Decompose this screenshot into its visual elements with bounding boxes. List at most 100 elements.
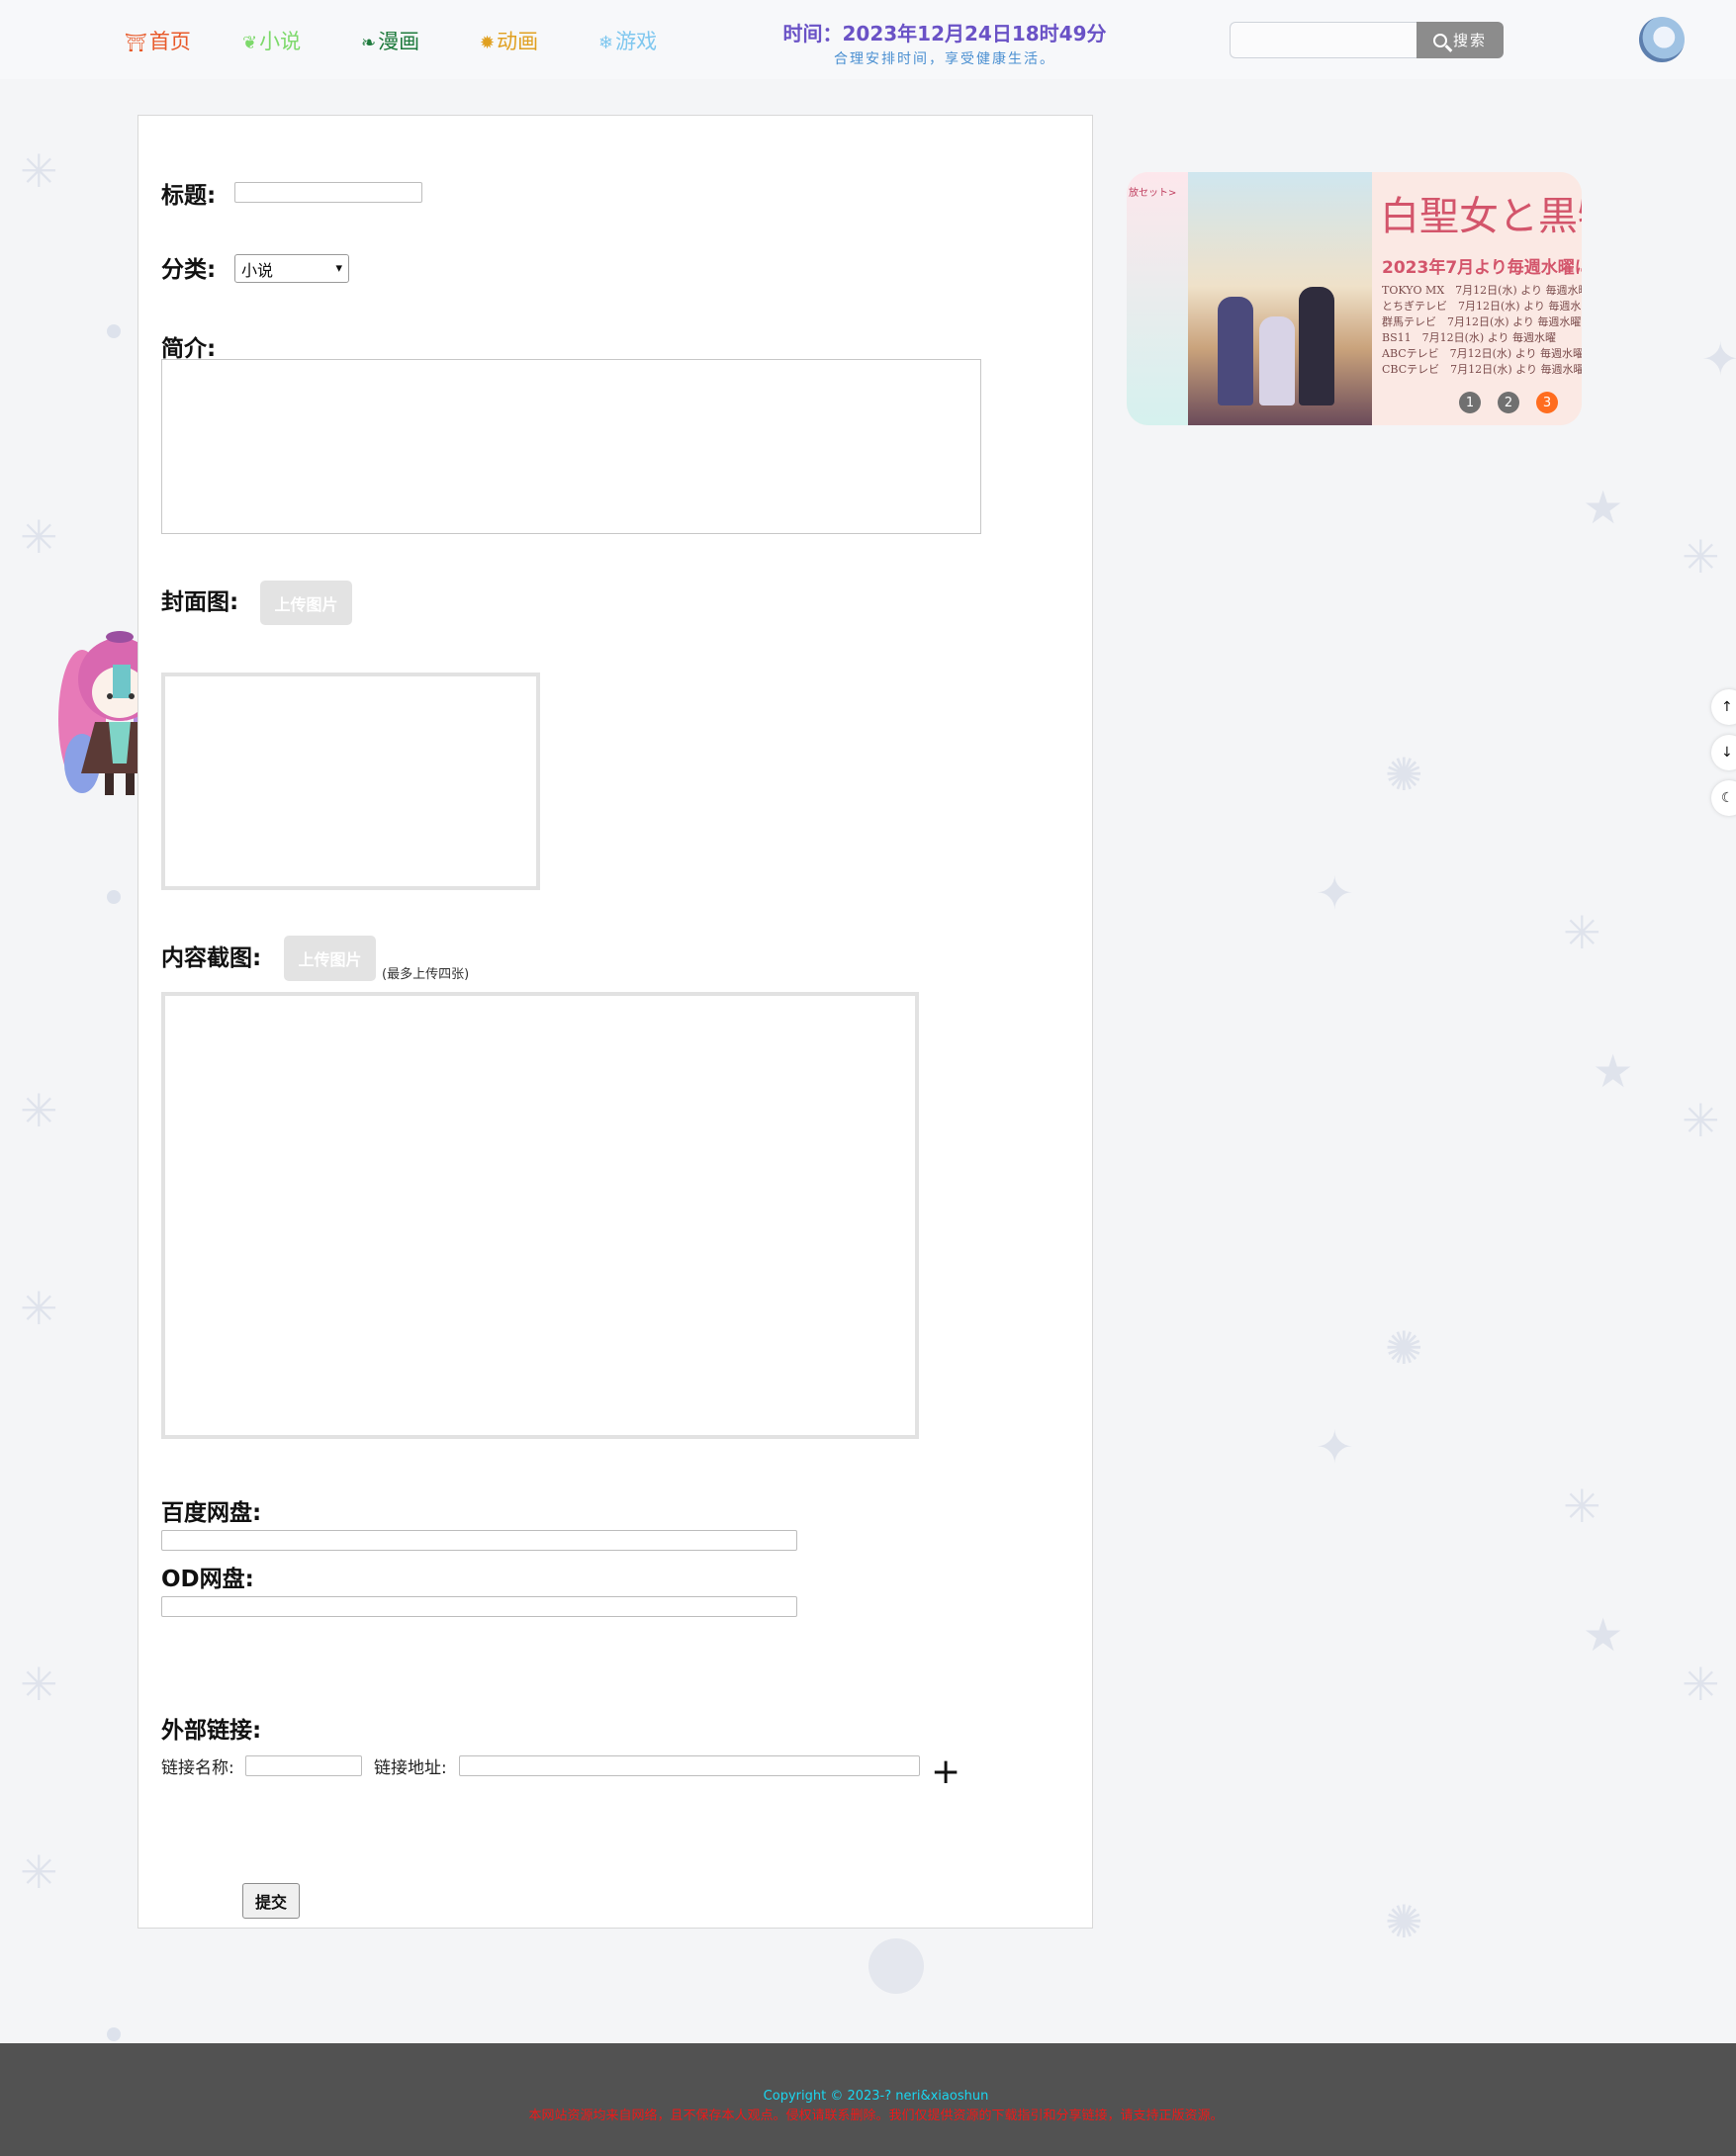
- link-name-input[interactable]: [245, 1755, 362, 1776]
- screenshots-label: 内容截图:: [161, 945, 262, 971]
- search-button[interactable]: 搜索: [1416, 22, 1504, 58]
- cover-label: 封面图:: [161, 589, 239, 615]
- intro-label: 简介:: [161, 336, 217, 362]
- anime-banner-carousel[interactable]: 放セット> 白聖女と黒牧 2023年7月より毎週水曜にて放送 TOKYO MX …: [1127, 172, 1582, 425]
- clock-widget: 时间：2023年12月24日18时49分 合理安排时间，享受健康生活。: [781, 18, 1108, 68]
- carousel-page-2[interactable]: 2: [1498, 392, 1519, 413]
- star-decoration-icon: ✦: [1701, 332, 1736, 386]
- cover-preview-area: [161, 673, 540, 890]
- screenshots-upload-button[interactable]: 上传图片: [284, 936, 376, 981]
- star-decoration-icon: ★: [1593, 1044, 1634, 1098]
- leaf-icon: ❧: [361, 33, 377, 53]
- star-decoration-icon: ★: [1583, 1608, 1624, 1662]
- top-navbar: ⛩首页 ❦小说 ❧漫画 ✹动画 ❄游戏 时间：2023年12月24日18时49分…: [0, 0, 1736, 79]
- od-pan-input[interactable]: [161, 1596, 797, 1617]
- star-decoration-icon: ✳: [1682, 530, 1720, 584]
- schedule-line: 群馬テレビ 7月12日(水) より 毎週水曜: [1382, 315, 1582, 328]
- star-decoration-icon: ✺: [1385, 1895, 1423, 1948]
- star-decoration-icon: ✳: [20, 1658, 58, 1711]
- schedule-line: CBCテレビ 7月12日(水) より 毎週水曜: [1382, 363, 1582, 376]
- star-decoration-icon: ✳: [1563, 906, 1601, 959]
- dot-decoration-icon: [107, 890, 121, 904]
- scroll-up-button[interactable]: ↑: [1711, 689, 1736, 725]
- search-icon: [1432, 33, 1447, 47]
- baidu-pan-input[interactable]: [161, 1530, 797, 1551]
- star-decoration-icon: ✺: [1385, 748, 1423, 801]
- dot-decoration-icon: [107, 2027, 121, 2041]
- search-input[interactable]: [1230, 22, 1417, 58]
- nav-anime[interactable]: ✹动画: [480, 26, 538, 55]
- arrow-down-icon: ↓: [1721, 745, 1733, 761]
- user-avatar[interactable]: [1639, 17, 1685, 62]
- schedule-line: BS11 7月12日(水) より 毎週水曜: [1382, 331, 1556, 344]
- character-figure: [1299, 287, 1334, 405]
- star-decoration-icon: ✳: [1682, 1094, 1720, 1147]
- banner-date: 2023年7月より毎週水曜にて放送: [1382, 258, 1582, 278]
- banner-side-text: 放セット>: [1129, 188, 1177, 199]
- category-selected-value: 小说: [241, 260, 274, 280]
- banner-schedule: TOKYO MX 7月12日(水) より 毎週水曜 とちぎテレビ 7月12日(水…: [1382, 283, 1582, 378]
- clock-subtitle: 合理安排时间，享受健康生活。: [834, 51, 1055, 67]
- torii-icon: ⛩: [125, 33, 147, 53]
- submit-button[interactable]: 提交: [242, 1883, 300, 1919]
- arrow-up-icon: ↑: [1721, 699, 1733, 715]
- clock-time: 时间：2023年12月24日18时49分: [782, 22, 1107, 45]
- od-pan-label: OD网盘:: [161, 1567, 254, 1592]
- star-decoration-icon: ★: [1583, 481, 1624, 534]
- disclaimer-text: 本网站资源均来自网络，且不保存本人观点。侵权请联系删除。我们仅提供资源的下载指引…: [528, 2109, 1224, 2123]
- category-select[interactable]: 小说 ▾: [234, 254, 349, 283]
- screenshots-preview-area: [161, 992, 919, 1439]
- search-button-label: 搜索: [1452, 32, 1487, 49]
- page-footer: Copyright © 2023-? neri&xiaoshun 本网站资源均来…: [0, 2043, 1736, 2156]
- schedule-line: とちぎテレビ 7月12日(水) より 毎週水曜: [1382, 300, 1582, 313]
- nav-home-label: 首页: [148, 30, 191, 53]
- category-label: 分类:: [161, 257, 217, 283]
- banner-side-strip: 放セット>: [1127, 172, 1188, 425]
- title-input[interactable]: [234, 182, 422, 203]
- schedule-line: TOKYO MX 7月12日(水) より 毎週水曜: [1382, 284, 1582, 297]
- carousel-page-1[interactable]: 1: [1459, 392, 1481, 413]
- star-decoration-icon: ✳: [20, 1845, 58, 1899]
- nav-home[interactable]: ⛩首页: [125, 26, 191, 55]
- title-label: 标题:: [161, 183, 217, 209]
- star-decoration-icon: ✳: [20, 510, 58, 564]
- dark-mode-toggle[interactable]: ☾: [1711, 780, 1736, 816]
- external-links-label: 外部链接:: [161, 1718, 262, 1744]
- star-decoration-icon: ✳: [1682, 1658, 1720, 1711]
- baidu-pan-label: 百度网盘:: [161, 1500, 262, 1526]
- star-decoration-icon: ✦: [1316, 1420, 1354, 1474]
- link-url-input[interactable]: [459, 1755, 920, 1776]
- star-decoration-icon: ✳: [20, 1282, 58, 1335]
- submit-resource-form: 标题: 分类: 小说 ▾ 简介: 封面图: 上传图片 内容截图: 上传图片 (最…: [137, 115, 1093, 1929]
- add-link-button[interactable]: +: [931, 1754, 960, 1790]
- nav-game-label: 游戏: [615, 30, 658, 53]
- snowflake-icon: ❄: [598, 33, 614, 53]
- moon-icon: ☾: [1721, 790, 1734, 806]
- banner-info-panel: 白聖女と黒牧 2023年7月より毎週水曜にて放送 TOKYO MX 7月12日(…: [1372, 172, 1582, 425]
- star-decoration-icon: ✳: [20, 144, 58, 198]
- sprout-icon: ❦: [242, 33, 258, 53]
- nav-novel[interactable]: ❦小说: [242, 26, 301, 55]
- star-decoration-icon: ✦: [1316, 866, 1354, 920]
- carousel-page-3[interactable]: 3: [1536, 392, 1558, 413]
- dot-decoration-icon: [107, 324, 121, 338]
- copyright-text: Copyright © 2023-? neri&xiaoshun: [763, 2089, 989, 2104]
- planet-decoration-icon: [868, 1938, 924, 1994]
- star-decoration-icon: ✳: [20, 1084, 58, 1137]
- banner-title: 白聖女と黒牧: [1380, 194, 1582, 239]
- screenshots-limit-note: (最多上传四张): [382, 967, 470, 982]
- chevron-down-icon: ▾: [335, 261, 342, 276]
- nav-manga-label: 漫画: [378, 30, 420, 53]
- scroll-down-button[interactable]: ↓: [1711, 735, 1736, 770]
- schedule-line: ABCテレビ 7月12日(水) より 毎週水曜: [1382, 347, 1582, 360]
- nav-novel-label: 小说: [259, 30, 302, 53]
- link-name-label: 链接名称:: [161, 1758, 234, 1778]
- intro-textarea[interactable]: [161, 359, 981, 534]
- nav-game[interactable]: ❄游戏: [598, 26, 657, 55]
- character-figure: [1218, 297, 1253, 405]
- nav-manga[interactable]: ❧漫画: [361, 26, 419, 55]
- cover-upload-button[interactable]: 上传图片: [260, 581, 352, 625]
- maple-leaf-icon: ✹: [480, 33, 496, 53]
- star-decoration-icon: ✳: [1563, 1480, 1601, 1533]
- link-url-label: 链接地址:: [374, 1758, 447, 1778]
